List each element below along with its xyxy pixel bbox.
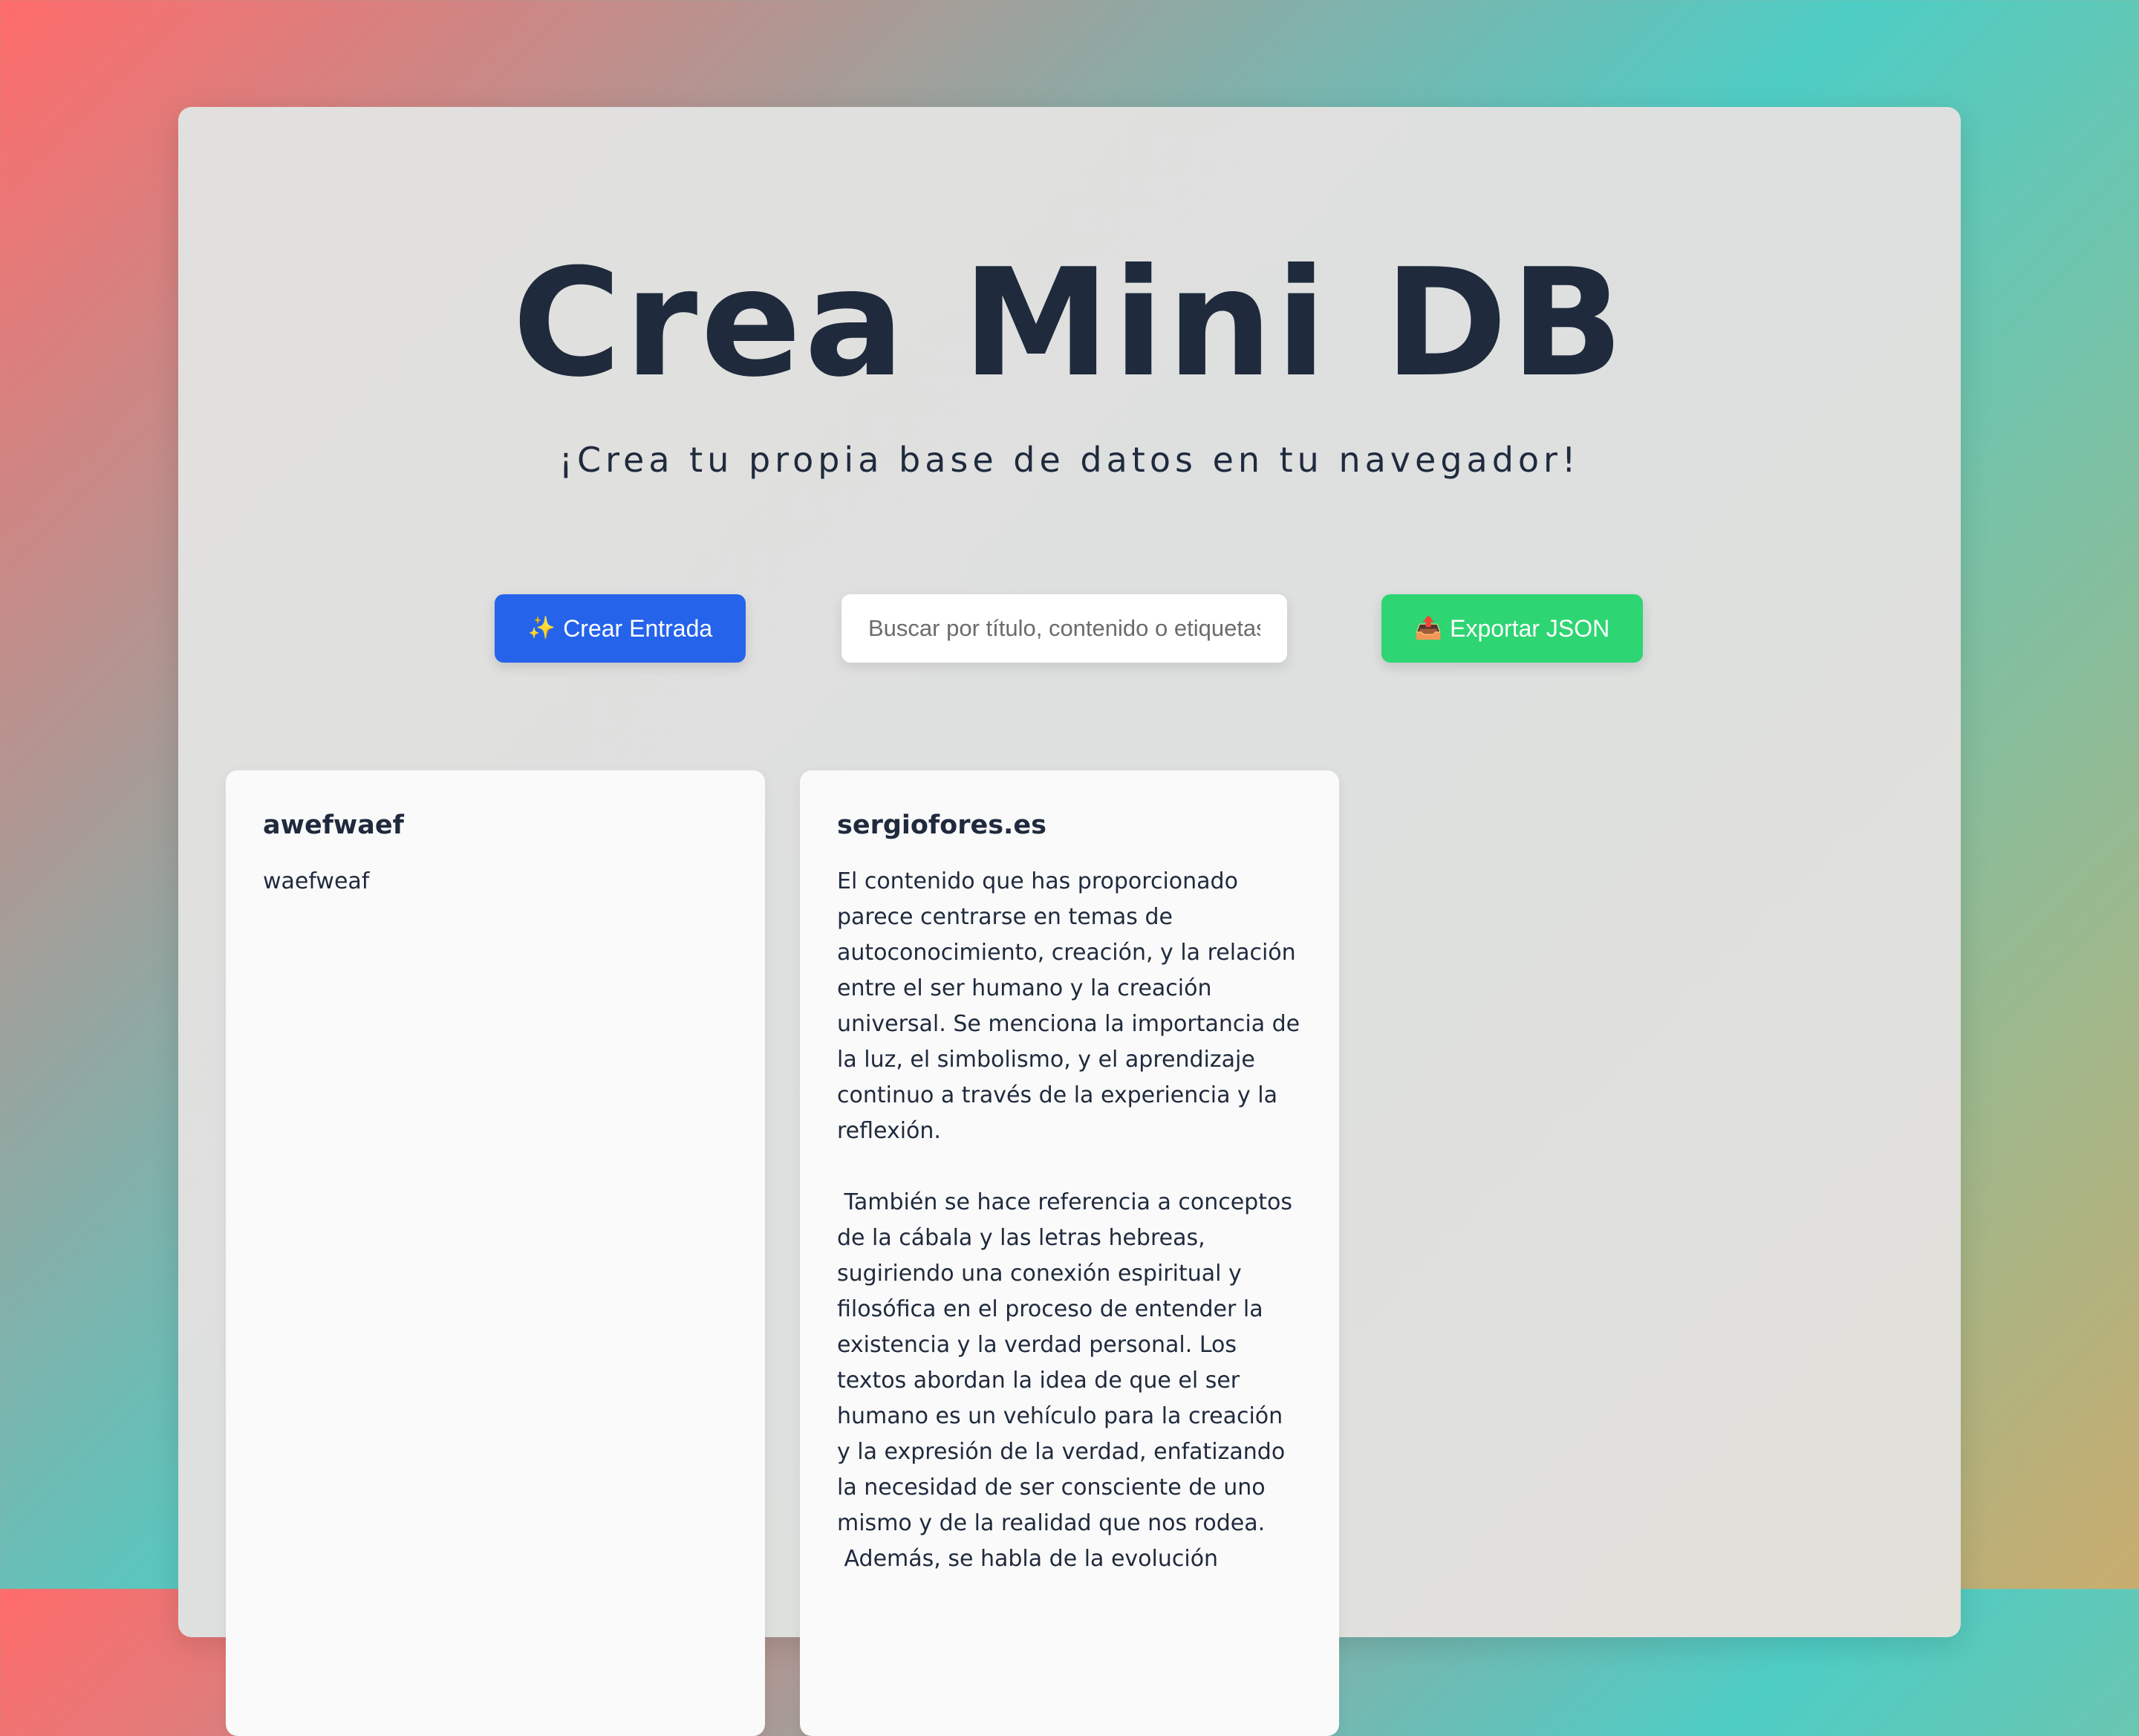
page-subtitle: ¡Crea tu propia base de datos en tu nave… [559, 440, 1580, 480]
entry-title: sergiofores.es [837, 810, 1046, 840]
outbox-tray-icon: 📤 [1414, 616, 1443, 640]
entry-card[interactable]: awefwaef waefweaf [226, 770, 765, 1736]
create-entry-button[interactable]: ✨ Crear Entrada [495, 594, 746, 663]
search-input[interactable] [841, 594, 1287, 663]
export-json-button[interactable]: 📤 Exportar JSON [1381, 594, 1643, 663]
entry-title: awefwaef [263, 810, 404, 840]
main-panel: Crea Mini DB ¡Crea tu propia base de dat… [178, 107, 1961, 1736]
entry-card[interactable]: sergiofores.es El contenido que has prop… [800, 770, 1339, 1736]
export-json-label: Exportar JSON [1450, 614, 1610, 642]
create-entry-label: Crear Entrada [563, 614, 713, 642]
entry-content: waefweaf [263, 868, 370, 894]
sparkles-icon: ✨ [527, 616, 556, 640]
page-title: Crea Mini DB [512, 237, 1627, 410]
entry-content: El contenido que has proporcionado parec… [837, 868, 1300, 1572]
